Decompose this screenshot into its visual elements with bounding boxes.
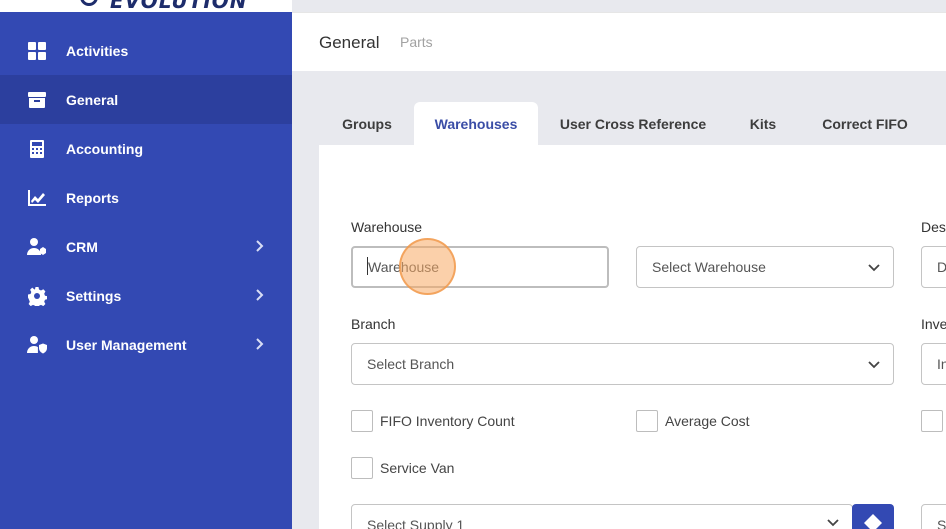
sidebar-item-label: General: [66, 91, 119, 108]
average-cost-checkbox[interactable]: [636, 410, 658, 432]
sidebar-item-label: User Management: [66, 336, 187, 353]
page-title: General: [319, 33, 380, 52]
sidebar-item-crm[interactable]: CRM: [0, 222, 292, 271]
service-van-label: Service Van: [380, 460, 455, 476]
average-cost-label: Average Cost: [665, 413, 750, 429]
right-cut-checkbox[interactable]: [921, 410, 943, 432]
right-cut-select-value: S: [937, 517, 946, 529]
sidebar-item-label: Reports: [66, 189, 119, 206]
calculator-icon: [26, 138, 47, 159]
inventory-label: Inve: [921, 316, 946, 332]
select-supply-dropdown[interactable]: Select Supply 1: [351, 504, 853, 529]
users-icon: [26, 236, 47, 257]
sidebar-item-label: Settings: [66, 287, 122, 304]
tab-correct-fifo[interactable]: Correct FIFO: [798, 102, 932, 146]
sidebar-item-user-management[interactable]: User Management: [0, 320, 292, 369]
user-shield-icon: [26, 334, 47, 355]
tab-kits[interactable]: Kits: [728, 102, 798, 146]
select-warehouse-value: Select Warehouse: [652, 259, 766, 275]
select-warehouse-dropdown[interactable]: Select Warehouse: [636, 246, 894, 288]
gear-icon: [26, 285, 47, 306]
tab-groups[interactable]: Groups: [320, 102, 414, 146]
sidebar: EVOLUTION Activities General Accounting …: [0, 0, 292, 529]
sidebar-item-label: Accounting: [66, 140, 143, 157]
sidebar-item-label: Activities: [66, 42, 129, 59]
chevron-down-icon: [866, 260, 882, 276]
logo-text: EVOLUTION: [110, 0, 248, 12]
inventory-input-value: In: [937, 356, 946, 372]
chevron-right-icon: [252, 288, 266, 302]
tab-user-cross-reference[interactable]: User Cross Reference: [538, 102, 728, 146]
sidebar-item-general[interactable]: General: [0, 75, 292, 124]
chevron-right-icon: [252, 337, 266, 351]
logo: EVOLUTION: [0, 0, 292, 12]
text-cursor: [367, 257, 368, 275]
chevron-down-icon: [866, 357, 882, 373]
select-branch-dropdown[interactable]: Select Branch: [351, 343, 894, 385]
grid-icon: [26, 40, 47, 61]
chart-icon: [26, 187, 47, 208]
tab-bar: Groups Warehouses User Cross Reference K…: [320, 102, 932, 146]
fifo-inventory-count-checkbox[interactable]: [351, 410, 373, 432]
chevron-right-icon: [252, 239, 266, 253]
fifo-inventory-count-label: FIFO Inventory Count: [380, 413, 515, 429]
warehouse-input[interactable]: Warehouse: [351, 246, 609, 288]
sidebar-item-reports[interactable]: Reports: [0, 173, 292, 222]
eraser-icon: [864, 514, 882, 529]
branch-label: Branch: [351, 316, 396, 332]
inventory-input[interactable]: In: [921, 343, 946, 385]
select-supply-value: Select Supply 1: [367, 517, 465, 529]
chevron-down-icon: [825, 515, 841, 529]
logo-mark-icon: [80, 0, 98, 6]
sidebar-item-activities[interactable]: Activities: [0, 26, 292, 75]
page-header: General Parts: [292, 12, 946, 71]
archive-icon: [26, 89, 47, 110]
tab-warehouses[interactable]: Warehouses: [414, 102, 538, 146]
sidebar-item-accounting[interactable]: Accounting: [0, 124, 292, 173]
description-input[interactable]: D: [921, 246, 946, 288]
service-van-checkbox[interactable]: [351, 457, 373, 479]
sidebar-item-settings[interactable]: Settings: [0, 271, 292, 320]
warehouse-input-value: Warehouse: [368, 259, 440, 275]
sidebar-item-label: CRM: [66, 238, 98, 255]
description-input-value: D: [937, 259, 946, 275]
select-branch-value: Select Branch: [367, 356, 455, 372]
clear-supply-button[interactable]: [852, 504, 894, 529]
sidebar-nav: Activities General Accounting Reports CR…: [0, 26, 292, 369]
description-label: Des: [921, 219, 946, 235]
right-cut-select[interactable]: S: [921, 504, 946, 529]
breadcrumb-subtitle[interactable]: Parts: [400, 34, 433, 50]
warehouse-label: Warehouse: [351, 219, 423, 235]
